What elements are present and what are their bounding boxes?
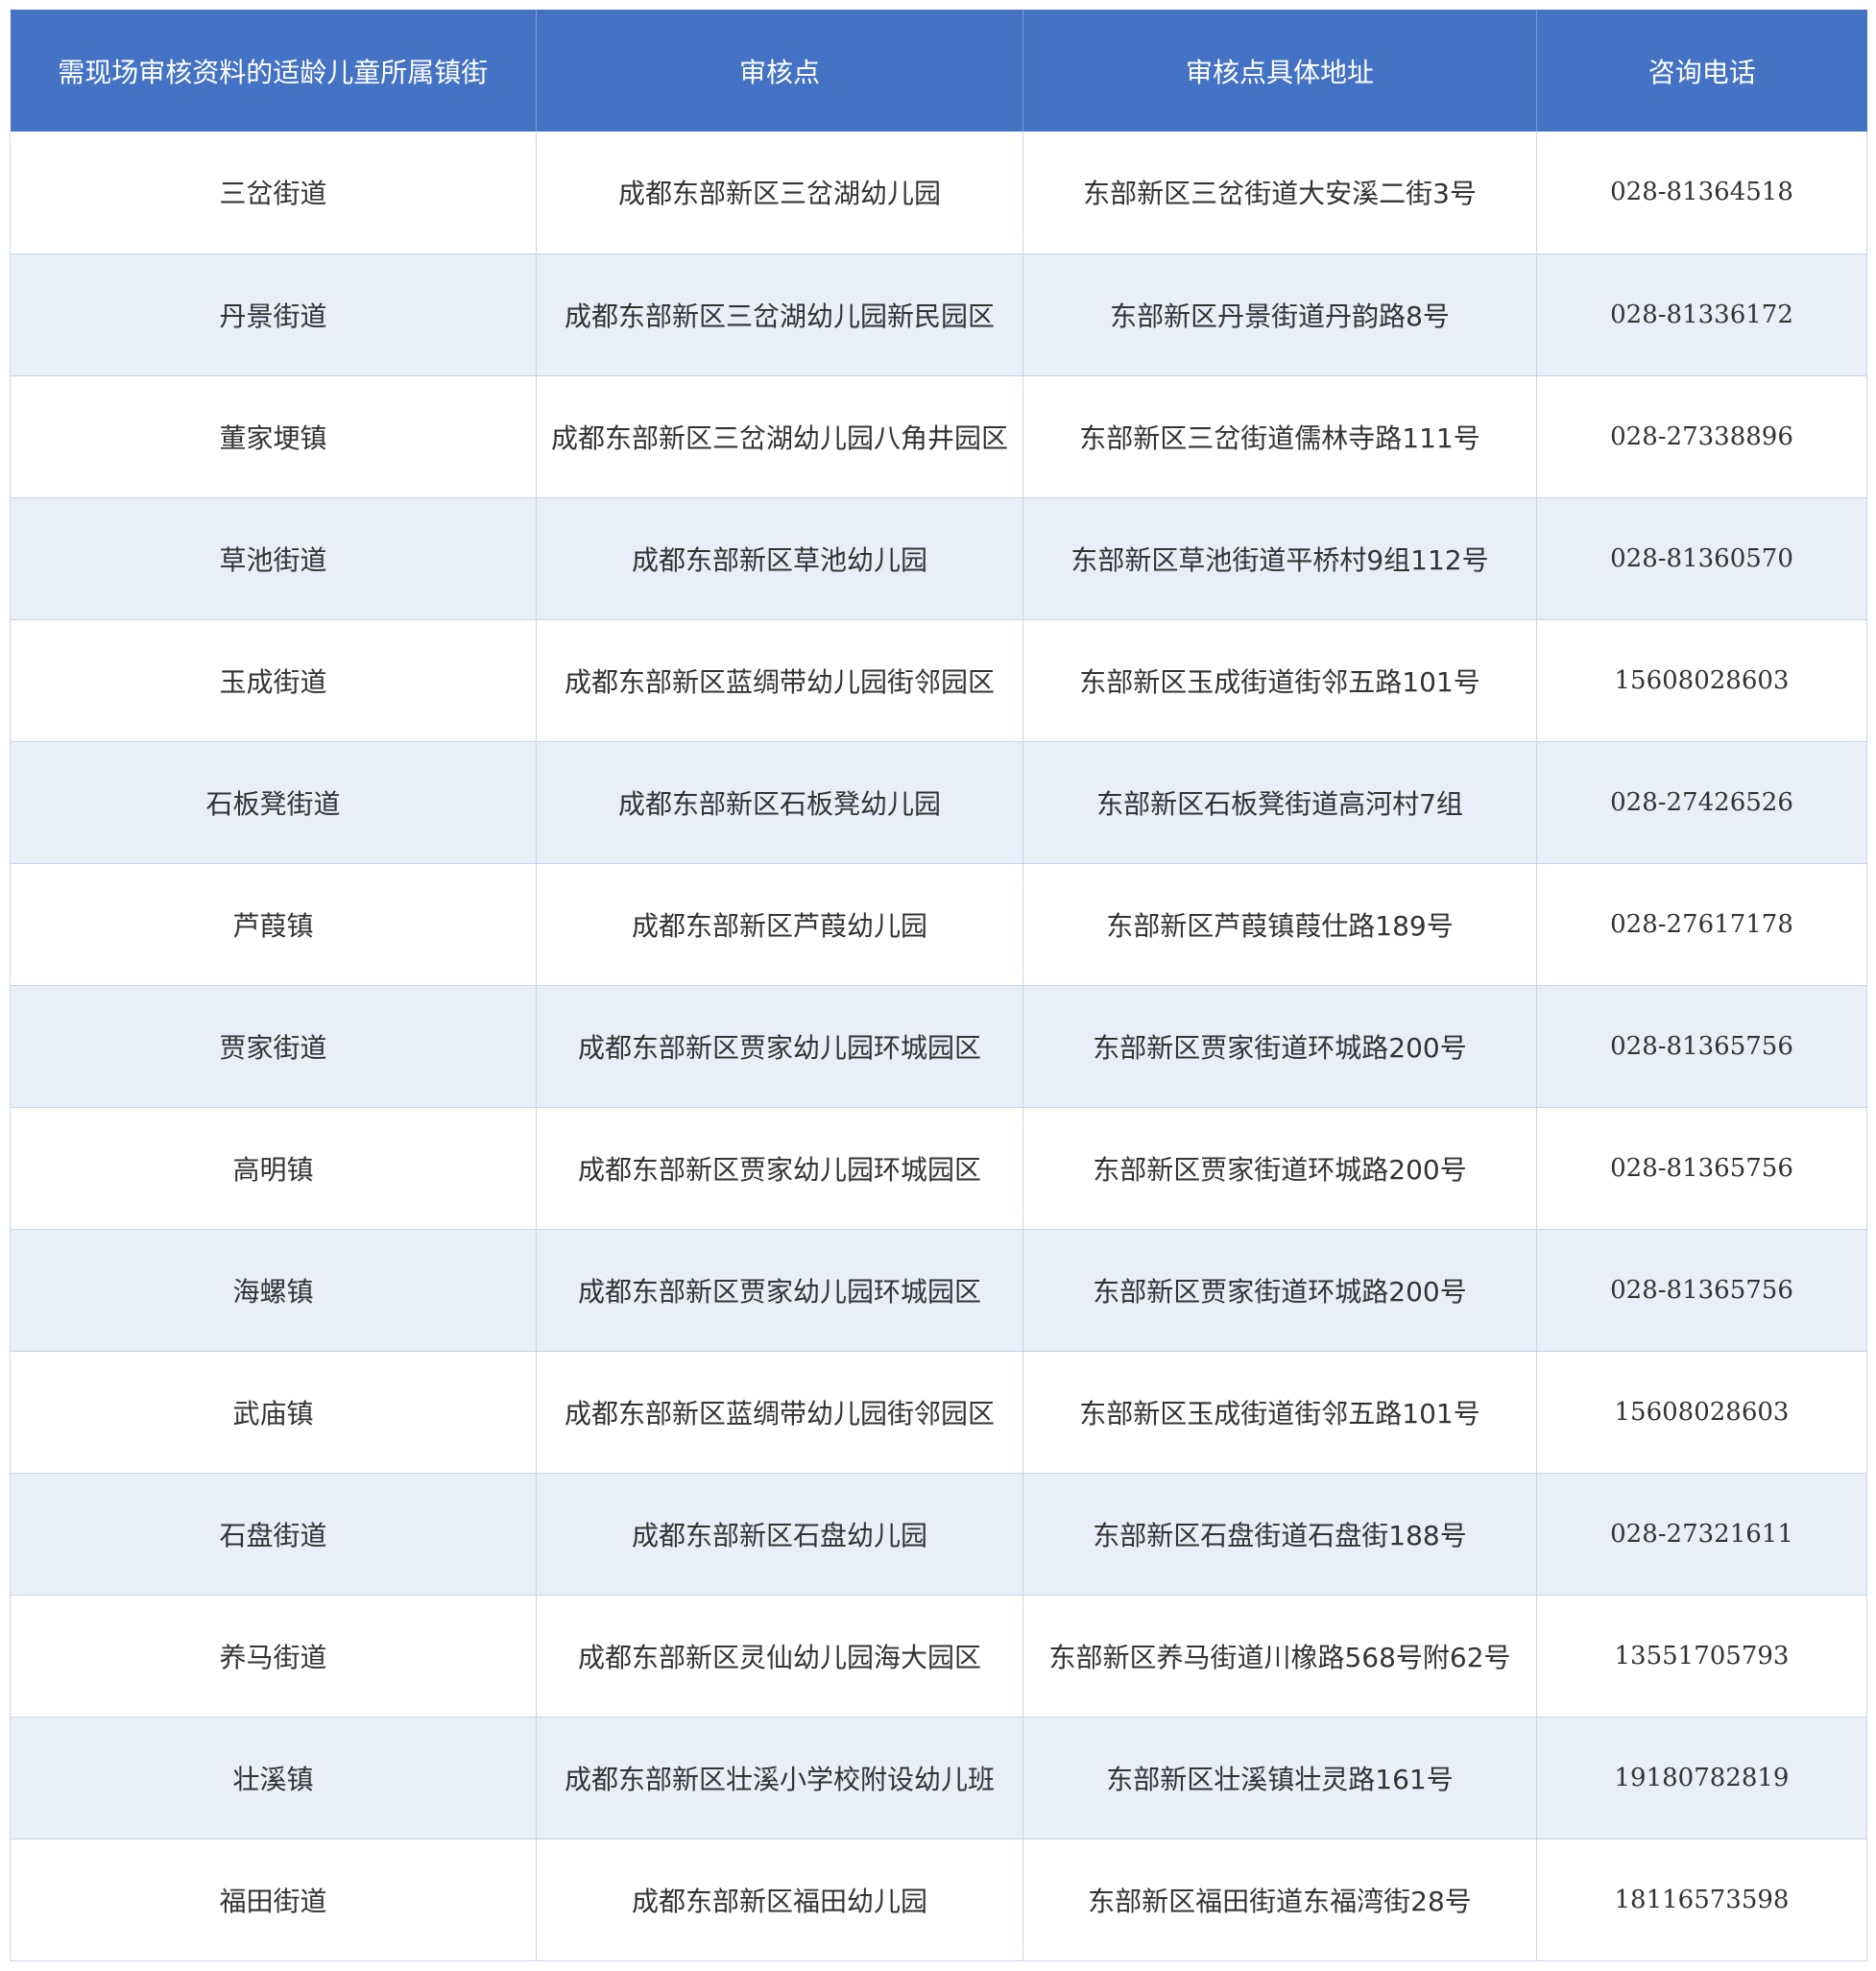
header-site: 审核点 (536, 10, 1023, 132)
cell-phone: 028-81364518 (1536, 132, 1867, 254)
cell-address: 东部新区芦葭镇葭仕路189号 (1022, 863, 1537, 986)
cell-town: 三岔街道 (10, 132, 537, 254)
cell-phone: 19180782819 (1536, 1717, 1867, 1839)
cell-town: 高明镇 (10, 1107, 537, 1230)
cell-site: 成都东部新区石板凳幼儿园 (536, 741, 1023, 864)
cell-town: 养马街道 (10, 1595, 537, 1718)
header-town: 需现场审核资料的适龄儿童所属镇街 (10, 10, 537, 132)
table-row: 三岔街道 成都东部新区三岔湖幼儿园 东部新区三岔街道大安溪二街3号 028-81… (10, 132, 1867, 254)
table-body: 三岔街道 成都东部新区三岔湖幼儿园 东部新区三岔街道大安溪二街3号 028-81… (10, 132, 1867, 1961)
cell-town: 贾家街道 (10, 985, 537, 1108)
table-row: 石板凳街道 成都东部新区石板凳幼儿园 东部新区石板凳街道高河村7组 028-27… (10, 741, 1867, 864)
cell-phone: 028-27617178 (1536, 863, 1867, 986)
table-row: 贾家街道 成都东部新区贾家幼儿园环城园区 东部新区贾家街道环城路200号 028… (10, 985, 1867, 1108)
cell-site: 成都东部新区贾家幼儿园环城园区 (536, 1229, 1023, 1352)
cell-town: 芦葭镇 (10, 863, 537, 986)
cell-town: 海螺镇 (10, 1229, 537, 1352)
cell-phone: 028-81365756 (1536, 985, 1867, 1108)
review-sites-table: 需现场审核资料的适龄儿童所属镇街 审核点 审核点具体地址 咨询电话 三岔街道 成… (10, 10, 1867, 1961)
cell-site: 成都东部新区草池幼儿园 (536, 497, 1023, 620)
table-row: 芦葭镇 成都东部新区芦葭幼儿园 东部新区芦葭镇葭仕路189号 028-27617… (10, 863, 1867, 986)
cell-address: 东部新区丹景街道丹韵路8号 (1022, 253, 1537, 376)
cell-phone: 028-27321611 (1536, 1473, 1867, 1596)
table-row: 养马街道 成都东部新区灵仙幼儿园海大园区 东部新区养马街道川橡路568号附62号… (10, 1595, 1867, 1718)
cell-site: 成都东部新区蓝绸带幼儿园街邻园区 (536, 619, 1023, 742)
cell-town: 石板凳街道 (10, 741, 537, 864)
cell-address: 东部新区三岔街道儒林寺路111号 (1022, 375, 1537, 498)
cell-phone: 028-81365756 (1536, 1229, 1867, 1352)
cell-site: 成都东部新区芦葭幼儿园 (536, 863, 1023, 986)
table-row: 石盘街道 成都东部新区石盘幼儿园 东部新区石盘街道石盘街188号 028-273… (10, 1473, 1867, 1596)
cell-address: 东部新区贾家街道环城路200号 (1022, 1229, 1537, 1352)
cell-phone: 028-81365756 (1536, 1107, 1867, 1230)
cell-town: 福田街道 (10, 1839, 537, 1961)
table-row: 董家埂镇 成都东部新区三岔湖幼儿园八角井园区 东部新区三岔街道儒林寺路111号 … (10, 375, 1867, 498)
cell-address: 东部新区玉成街道街邻五路101号 (1022, 619, 1537, 742)
cell-phone: 028-81360570 (1536, 497, 1867, 620)
table-row: 玉成街道 成都东部新区蓝绸带幼儿园街邻园区 东部新区玉成街道街邻五路101号 1… (10, 619, 1867, 742)
cell-site: 成都东部新区三岔湖幼儿园八角井园区 (536, 375, 1023, 498)
table-row: 福田街道 成都东部新区福田幼儿园 东部新区福田街道东福湾街28号 1811657… (10, 1839, 1867, 1961)
cell-phone: 15608028603 (1536, 619, 1867, 742)
cell-town: 壮溪镇 (10, 1717, 537, 1839)
cell-site: 成都东部新区壮溪小学校附设幼儿班 (536, 1717, 1023, 1839)
cell-address: 东部新区石盘街道石盘街188号 (1022, 1473, 1537, 1596)
cell-site: 成都东部新区贾家幼儿园环城园区 (536, 985, 1023, 1108)
cell-town: 董家埂镇 (10, 375, 537, 498)
cell-town: 石盘街道 (10, 1473, 537, 1596)
table-row: 高明镇 成都东部新区贾家幼儿园环城园区 东部新区贾家街道环城路200号 028-… (10, 1107, 1867, 1230)
table-row: 海螺镇 成都东部新区贾家幼儿园环城园区 东部新区贾家街道环城路200号 028-… (10, 1229, 1867, 1352)
cell-address: 东部新区贾家街道环城路200号 (1022, 985, 1537, 1108)
cell-address: 东部新区三岔街道大安溪二街3号 (1022, 132, 1537, 254)
cell-phone: 028-27338896 (1536, 375, 1867, 498)
header-address: 审核点具体地址 (1022, 10, 1537, 132)
cell-address: 东部新区草池街道平桥村9组112号 (1022, 497, 1537, 620)
cell-phone: 15608028603 (1536, 1351, 1867, 1474)
table-header: 需现场审核资料的适龄儿童所属镇街 审核点 审核点具体地址 咨询电话 (10, 10, 1867, 132)
cell-site: 成都东部新区三岔湖幼儿园新民园区 (536, 253, 1023, 376)
cell-address: 东部新区养马街道川橡路568号附62号 (1022, 1595, 1537, 1718)
table-row: 草池街道 成都东部新区草池幼儿园 东部新区草池街道平桥村9组112号 028-8… (10, 497, 1867, 620)
cell-address: 东部新区玉成街道街邻五路101号 (1022, 1351, 1537, 1474)
table-row: 丹景街道 成都东部新区三岔湖幼儿园新民园区 东部新区丹景街道丹韵路8号 028-… (10, 253, 1867, 376)
cell-town: 玉成街道 (10, 619, 537, 742)
cell-site: 成都东部新区灵仙幼儿园海大园区 (536, 1595, 1023, 1718)
cell-town: 草池街道 (10, 497, 537, 620)
cell-address: 东部新区福田街道东福湾街28号 (1022, 1839, 1537, 1961)
cell-address: 东部新区壮溪镇壮灵路161号 (1022, 1717, 1537, 1839)
cell-address: 东部新区石板凳街道高河村7组 (1022, 741, 1537, 864)
table-row: 武庙镇 成都东部新区蓝绸带幼儿园街邻园区 东部新区玉成街道街邻五路101号 15… (10, 1351, 1867, 1474)
cell-phone: 028-27426526 (1536, 741, 1867, 864)
cell-phone: 18116573598 (1536, 1839, 1867, 1961)
cell-site: 成都东部新区三岔湖幼儿园 (536, 132, 1023, 254)
cell-phone: 028-81336172 (1536, 253, 1867, 376)
table-row: 壮溪镇 成都东部新区壮溪小学校附设幼儿班 东部新区壮溪镇壮灵路161号 1918… (10, 1717, 1867, 1839)
review-sites-table-container: 需现场审核资料的适龄儿童所属镇街 审核点 审核点具体地址 咨询电话 三岔街道 成… (10, 10, 1867, 1961)
cell-site: 成都东部新区蓝绸带幼儿园街邻园区 (536, 1351, 1023, 1474)
cell-site: 成都东部新区石盘幼儿园 (536, 1473, 1023, 1596)
header-phone: 咨询电话 (1536, 10, 1867, 132)
cell-site: 成都东部新区贾家幼儿园环城园区 (536, 1107, 1023, 1230)
cell-site: 成都东部新区福田幼儿园 (536, 1839, 1023, 1961)
cell-phone: 13551705793 (1536, 1595, 1867, 1718)
cell-address: 东部新区贾家街道环城路200号 (1022, 1107, 1537, 1230)
cell-town: 丹景街道 (10, 253, 537, 376)
cell-town: 武庙镇 (10, 1351, 537, 1474)
header-row: 需现场审核资料的适龄儿童所属镇街 审核点 审核点具体地址 咨询电话 (10, 10, 1867, 132)
